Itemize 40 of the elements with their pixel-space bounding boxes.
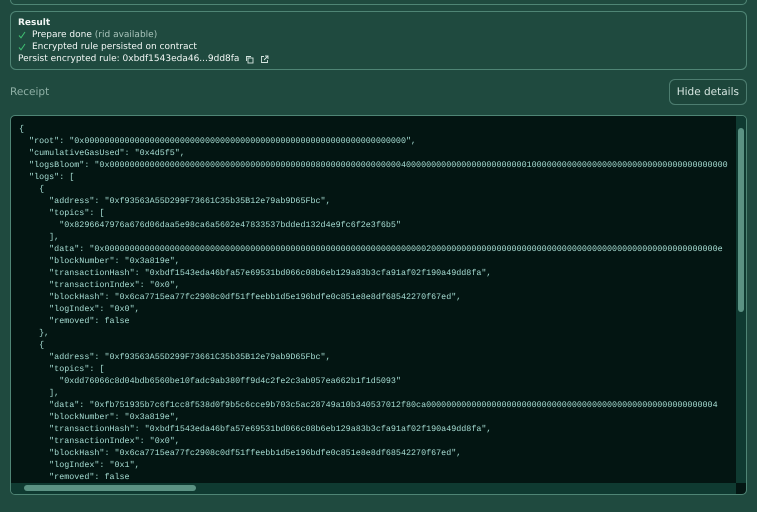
code-line: "0xdd76066c8d04bdb6560be10fadc9ab380ff9d4c2fe2c3ab057ea662b1f1d5093" bbox=[58, 375, 401, 387]
code-line: "logIndex": "0x0", bbox=[48, 303, 140, 315]
code-line: }, bbox=[38, 327, 50, 339]
code-line: ], bbox=[48, 387, 60, 399]
code-line: "topics": [ bbox=[48, 363, 104, 375]
step-text: Encrypted rule persisted on contract bbox=[32, 42, 197, 52]
code-line: "removed": false bbox=[48, 471, 130, 483]
code-line: "blockNumber": "0x3a819e", bbox=[48, 411, 180, 423]
code-line: "removed": false bbox=[48, 315, 130, 327]
code-line: "logs": [ bbox=[28, 171, 74, 183]
step-text: Prepare done (rid available) bbox=[32, 30, 158, 40]
code-line: "data": "0x00000000000000000000000000000000000000000000000000000000000000002000000000000000000000000000000000000000000000000000000000e bbox=[48, 243, 723, 255]
code-line: "address": "0xf93563A55D299F73661C35b35B12e79ab9D65Fbc", bbox=[48, 195, 331, 207]
code-line: "root": "0x0000000000000000000000000000000000000000000000000000000000000000", bbox=[28, 135, 416, 147]
hide-details-button[interactable]: Hide details bbox=[668, 79, 747, 105]
vertical-scrollbar[interactable] bbox=[736, 116, 746, 483]
code-line: "transactionHash": "0xbdf1543eda46bfa57e69531bd066c08b6eb129a83b3cfa91af02f190a49dd8fa", bbox=[48, 423, 492, 435]
code-line: "cumulativeGasUsed": "0x4d5f5", bbox=[28, 147, 185, 159]
code-line: "address": "0xf93563A55D299F73661C35b35B12e79ab9D65Fbc", bbox=[48, 351, 331, 363]
code-line: ], bbox=[48, 231, 60, 243]
code-line: "logIndex": "0x1", bbox=[48, 459, 140, 471]
code-line: "blockHash": "0x6ca7715ea77fc2908c0df51ffeebb1d5e196bdfe0c851e8e8df68542270f67ed", bbox=[48, 447, 462, 459]
code-line: { bbox=[38, 183, 44, 195]
code-line: "data": "0xfb751935b7c6f1cc8f538d0f9b5c6cce9b703c5ac28749a10b340537012f80ca0000000000000000000000000000000000000000000000000000000004 bbox=[48, 399, 718, 411]
copy-icon[interactable] bbox=[245, 54, 254, 64]
horizontal-scrollbar[interactable] bbox=[11, 483, 736, 494]
code-line: "blockHash": "0x6ca7715ea77fc2908c0df51ffeebb1d5e196bdfe0c851e8e8df68542270f67ed", bbox=[48, 291, 462, 303]
receipt-label: Receipt bbox=[10, 86, 50, 98]
result-title: Result bbox=[18, 18, 52, 28]
code-line: "transactionHash": "0xbdf1543eda46bfa57e69531bd066c08b6eb129a83b3cfa91af02f190a49dd8fa", bbox=[48, 267, 492, 279]
external-link-icon[interactable] bbox=[260, 54, 270, 64]
code-line: { bbox=[38, 339, 44, 351]
code-line: "transactionIndex": "0x0", bbox=[48, 279, 180, 291]
code-line: "blockNumber": "0x3a819e", bbox=[48, 255, 180, 267]
persist-hash: Persist encrypted rule: 0xbdf1543eda46...9dd8fa bbox=[18, 54, 240, 64]
code-line: { bbox=[19, 123, 24, 135]
code-line: "transactionIndex": "0x0", bbox=[48, 435, 180, 447]
code-line: "0x8296647976a676d06daa5e98ca6a5602e47833537bdded132d4e9fc6f2e3f6b5" bbox=[58, 219, 401, 231]
code-line: "logsBloom": "0x000000000000000000000000000000000000000008000000000000000040000000000000000000000001000000000000000000000000000000000000000 bbox=[28, 159, 728, 171]
code-line: "topics": [ bbox=[48, 207, 104, 219]
